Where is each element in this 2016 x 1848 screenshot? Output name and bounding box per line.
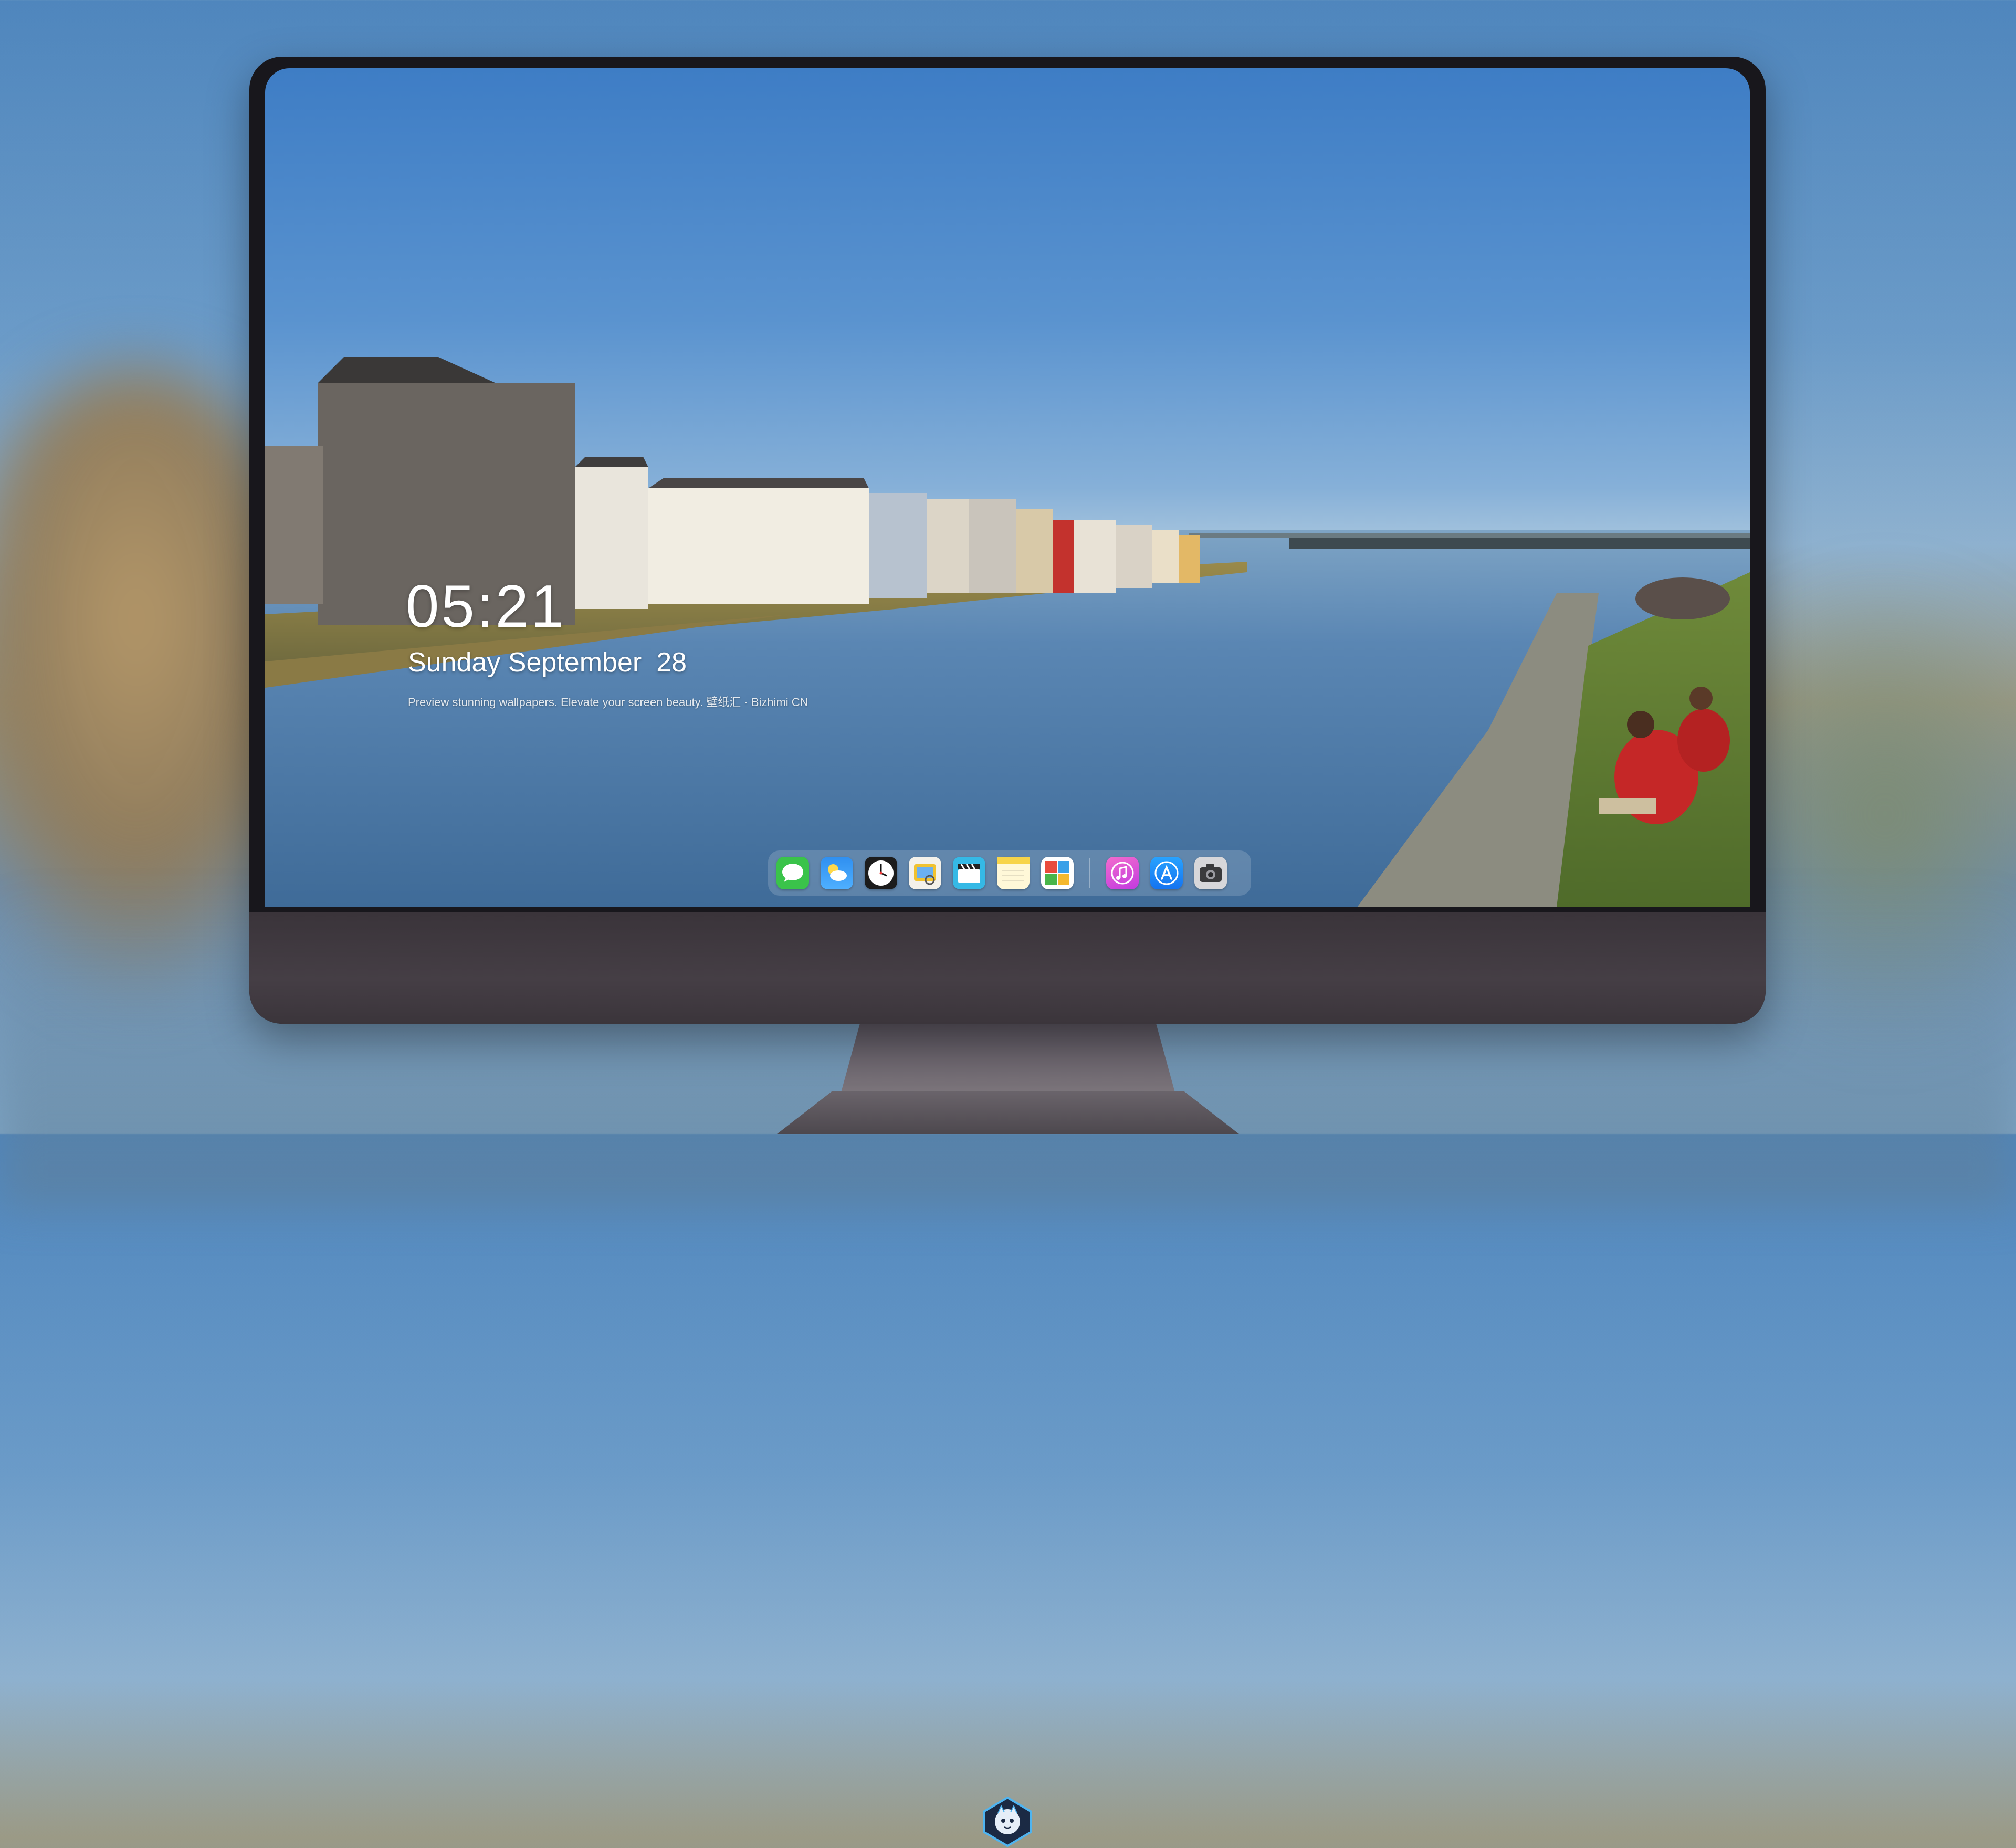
monitor-stand-neck xyxy=(840,1023,1176,1096)
monitor: 05:21 Sunday September 28 Preview stunnin… xyxy=(249,57,1766,1847)
app-store-icon[interactable] xyxy=(1150,857,1183,889)
screen: 05:21 Sunday September 28 Preview stunnin… xyxy=(265,68,1750,907)
monitor-stand-base xyxy=(777,1091,1239,1134)
clips-icon[interactable] xyxy=(953,857,985,889)
date-day: 28 xyxy=(656,647,687,678)
monitor-chin xyxy=(249,912,1766,1847)
date-weekday-month: Sunday September xyxy=(408,647,642,678)
photo-booth-icon[interactable] xyxy=(1041,857,1074,889)
music-icon[interactable] xyxy=(1106,857,1139,889)
brand-logo-icon xyxy=(983,1796,1032,1847)
dock xyxy=(768,850,1251,896)
preview-icon[interactable] xyxy=(909,857,941,889)
camera-icon[interactable] xyxy=(1194,857,1227,889)
messages-icon[interactable] xyxy=(776,857,809,889)
lockscreen-date: Sunday September 28 xyxy=(408,647,687,678)
weather-icon[interactable] xyxy=(821,857,853,889)
dock-separator xyxy=(1089,858,1090,888)
waterfront-buildings xyxy=(265,357,1200,625)
wallpaper xyxy=(265,357,1750,907)
wallpaper-caption: Preview stunning wallpapers. Elevate you… xyxy=(408,696,808,709)
lockscreen-clock: 05:21 xyxy=(406,573,566,640)
notes-icon[interactable] xyxy=(997,857,1030,889)
clock-icon[interactable] xyxy=(865,857,897,889)
